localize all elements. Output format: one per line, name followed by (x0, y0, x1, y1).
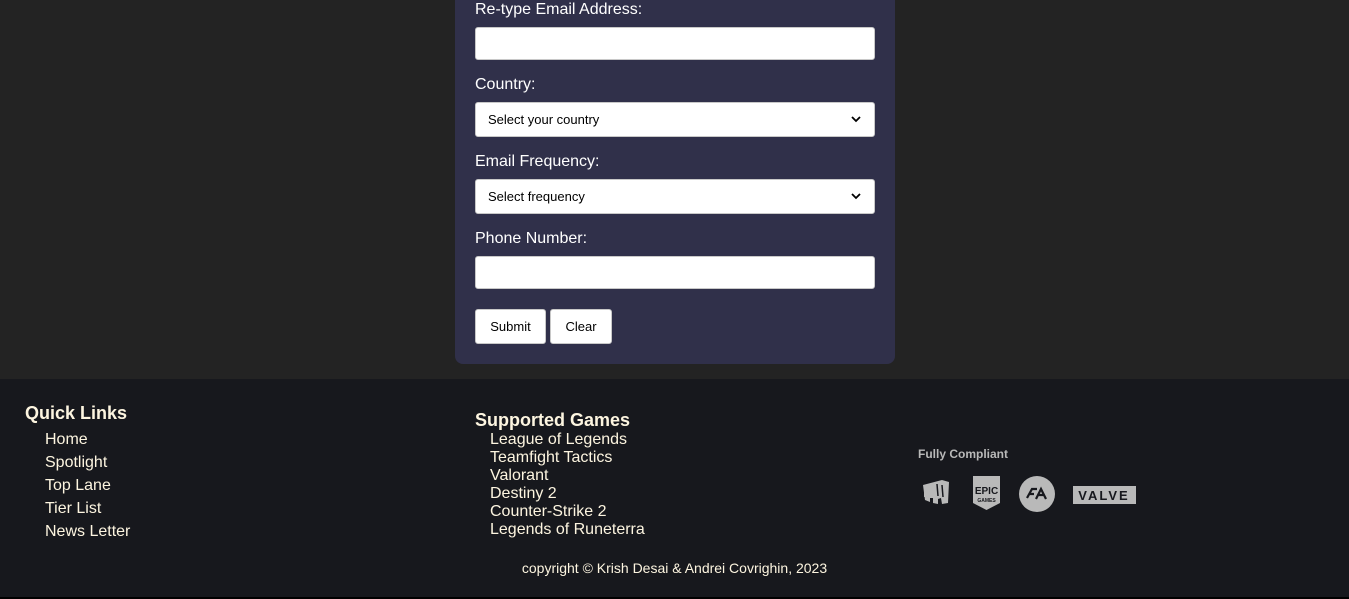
quick-link-home[interactable]: Home (45, 428, 130, 451)
phone-input[interactable] (475, 256, 875, 289)
retype-email-input[interactable] (475, 27, 875, 60)
submit-button[interactable]: Submit (475, 309, 546, 344)
frequency-select[interactable]: Select frequency (475, 179, 875, 214)
game-item: Legends of Runeterra (490, 521, 645, 538)
chevron-down-icon (850, 114, 862, 126)
valve-logo: VALVE (1073, 486, 1136, 509)
frequency-label: Email Frequency: (475, 153, 600, 170)
site-footer: Quick Links Home Spotlight Top Lane Tier… (0, 379, 1349, 599)
svg-text:EPIC: EPIC (975, 486, 998, 497)
compliance-title: Fully Compliant (918, 447, 1008, 461)
clear-button[interactable]: Clear (550, 309, 612, 344)
supported-games-title: Supported Games (475, 410, 631, 430)
game-item: League of Legends (490, 431, 628, 448)
ea-logo (1019, 476, 1055, 517)
game-item: Destiny 2 (490, 485, 557, 502)
quick-link-spotlight[interactable]: Spotlight (45, 451, 130, 474)
quick-link-news-letter[interactable]: News Letter (45, 520, 130, 543)
supported-games-list: League of Legends Teamfight Tactics Valo… (490, 431, 645, 539)
quick-links-title: Quick Links (25, 403, 128, 423)
phone-label: Phone Number: (475, 230, 588, 247)
country-select[interactable]: Select your country (475, 102, 875, 137)
game-item: Teamfight Tactics (490, 449, 613, 466)
frequency-select-value: Select frequency (488, 189, 585, 204)
country-select-value: Select your country (488, 112, 600, 127)
quick-links-list: Home Spotlight Top Lane Tier List News L… (45, 428, 130, 543)
game-item: Counter-Strike 2 (490, 503, 607, 520)
copyright-text: copyright © Krish Desai & Andrei Covrigh… (521, 560, 828, 576)
retype-email-label: Re-type Email Address: (475, 1, 643, 18)
svg-text:VALVE: VALVE (1078, 488, 1129, 503)
country-label: Country: (475, 76, 536, 93)
page-content: Re-type Email Address: Country: Select y… (0, 0, 1349, 379)
riot-games-logo (920, 476, 952, 513)
game-item: Valorant (490, 467, 549, 484)
chevron-down-icon (850, 191, 862, 203)
quick-link-tier-list[interactable]: Tier List (45, 497, 130, 520)
epic-games-logo: EPIC GAMES (971, 475, 1002, 516)
quick-link-top-lane[interactable]: Top Lane (45, 474, 130, 497)
svg-text:GAMES: GAMES (977, 498, 996, 504)
